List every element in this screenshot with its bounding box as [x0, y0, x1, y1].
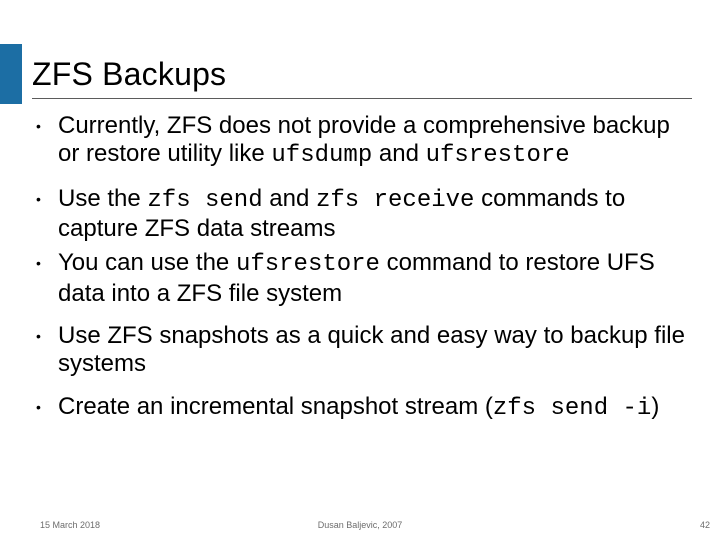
slide-footer: 15 March 2018 Dusan Baljevic, 2007 42: [0, 514, 720, 530]
bullet-item: Use ZFS snapshots as a quick and easy wa…: [32, 322, 692, 379]
body-text: ): [651, 393, 659, 420]
code-text: ufsrestore: [236, 251, 380, 278]
footer-author: Dusan Baljevic, 2007: [0, 520, 720, 530]
code-text: ufsrestore: [426, 142, 570, 169]
bullet-item: Use the zfs send and zfs receive command…: [32, 185, 692, 244]
slide: ZFS Backups Currently, ZFS does not prov…: [0, 0, 720, 540]
code-text: zfs receive: [316, 187, 474, 214]
body-text: Use the: [58, 185, 147, 212]
bullet-item: Create an incremental snapshot stream (z…: [32, 393, 692, 423]
code-text: zfs send: [147, 187, 262, 214]
code-text: zfs send -i: [493, 395, 651, 422]
slide-body: Currently, ZFS does not provide a compre…: [32, 112, 692, 437]
body-text: You can use the: [58, 249, 236, 276]
slide-title: ZFS Backups: [32, 56, 226, 93]
bullet-item: You can use the ufsrestore command to re…: [32, 249, 692, 308]
bullet-item: Currently, ZFS does not provide a compre…: [32, 112, 692, 171]
body-text: and: [372, 140, 425, 167]
bullet-list: Currently, ZFS does not provide a compre…: [32, 112, 692, 423]
body-text: Use ZFS snapshots as a quick and easy wa…: [58, 322, 685, 377]
title-underline: [32, 98, 692, 99]
accent-bar: [0, 44, 22, 104]
body-text: Create an incremental snapshot stream (: [58, 393, 493, 420]
footer-page-number: 42: [700, 520, 710, 530]
code-text: ufsdump: [271, 142, 372, 169]
body-text: and: [263, 185, 316, 212]
